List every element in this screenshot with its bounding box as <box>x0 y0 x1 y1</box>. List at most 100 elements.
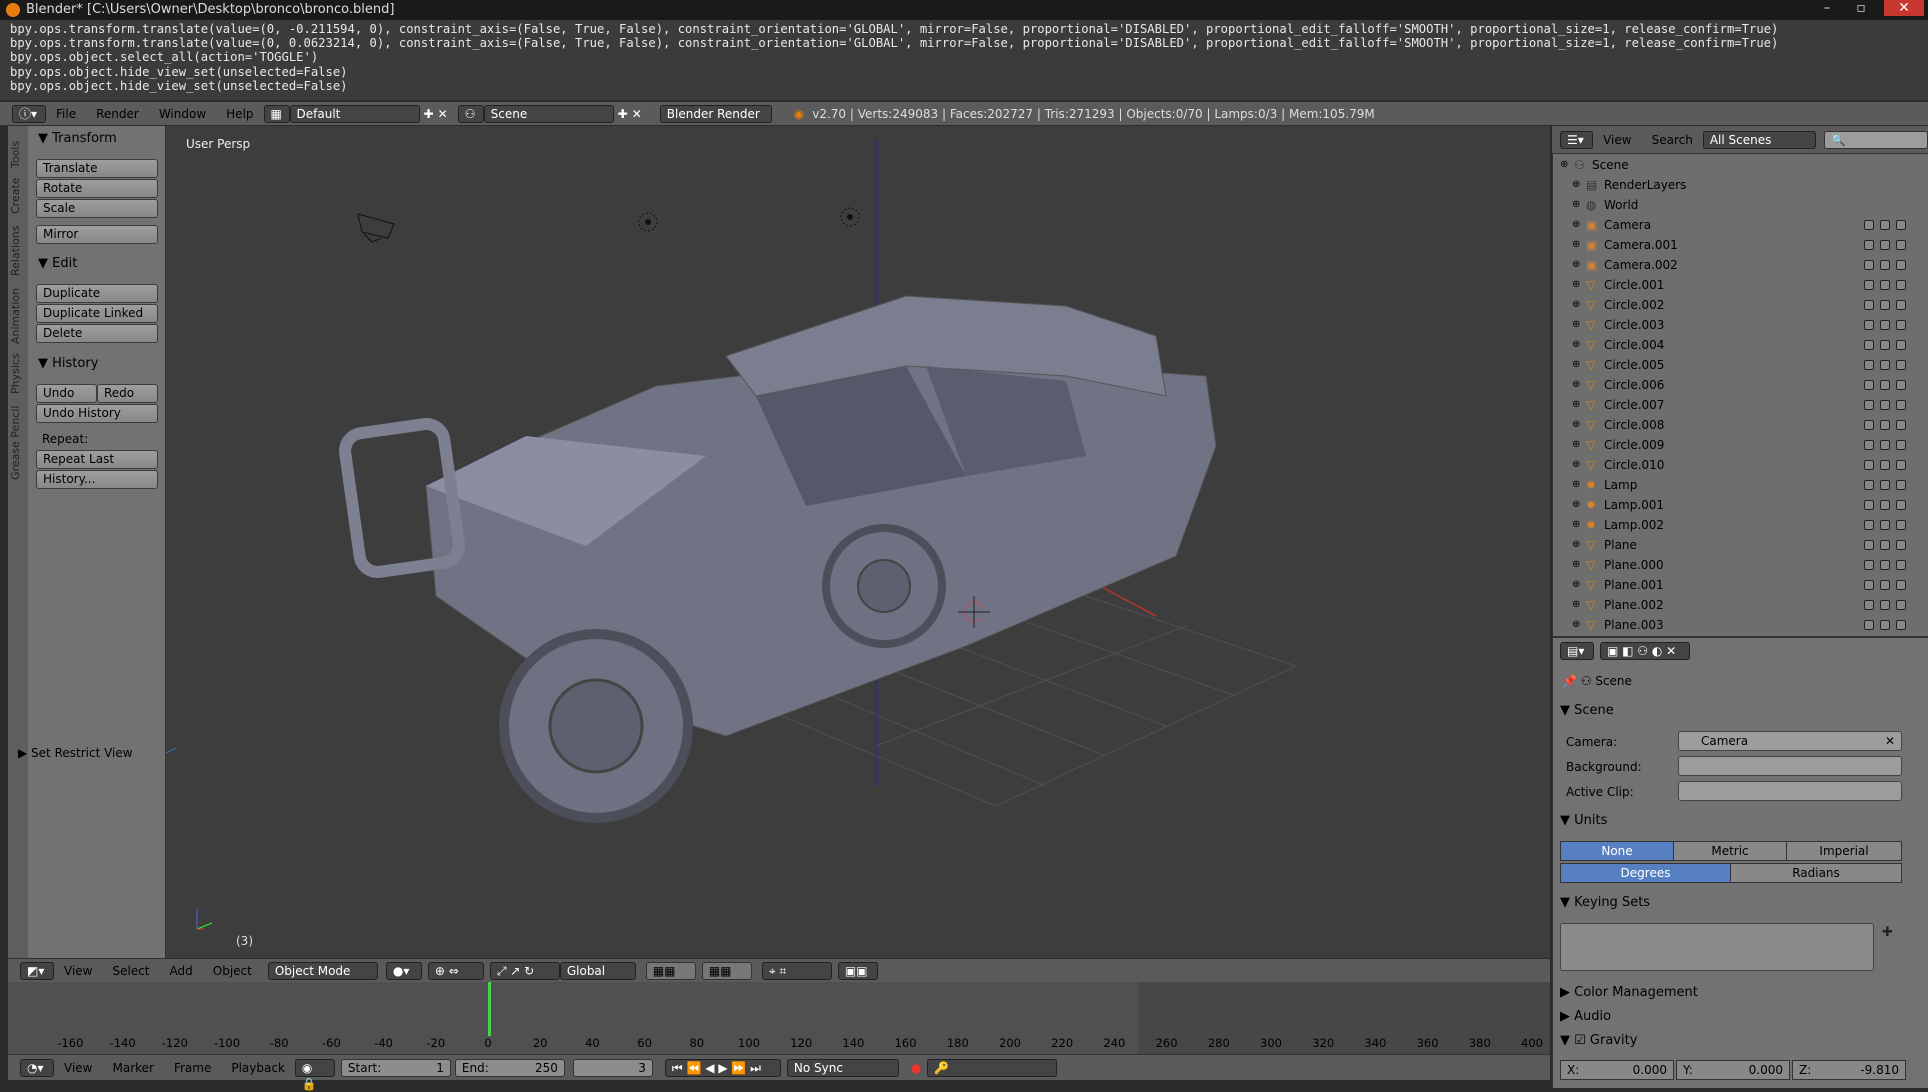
cursor-icon[interactable] <box>1880 520 1890 530</box>
tab-create[interactable]: Create <box>9 177 22 214</box>
cursor-icon[interactable] <box>1880 480 1890 490</box>
tab-grease-pencil[interactable]: Grease Pencil <box>9 406 22 480</box>
outliner-item[interactable]: ⊕ ▽ Circle.010 <box>1552 455 1920 475</box>
mirror-button[interactable]: Mirror <box>36 225 158 244</box>
undo-history-button[interactable]: Undo History <box>36 404 158 423</box>
translate-button[interactable]: Translate <box>36 159 158 178</box>
timeline-editor[interactable]: -160 -140 -120 -100 -80 -60 -40 -20 0 20 40 60 80 100… <box>8 982 1550 1054</box>
cursor-icon[interactable] <box>1880 320 1890 330</box>
bronco-truck-model[interactable] <box>339 295 1217 823</box>
eye-icon[interactable] <box>1864 540 1874 550</box>
color-management-panel-header[interactable]: ▶ Color Management <box>1560 985 1698 1000</box>
editor-type-icon[interactable]: ☰▾ <box>1560 130 1594 149</box>
history-panel-header[interactable]: ▼ History <box>38 356 170 371</box>
keying-set-icon[interactable]: 🔑 <box>927 1058 1058 1077</box>
render-icon[interactable] <box>1896 240 1906 250</box>
expand-icon[interactable]: ⊕ <box>1572 495 1580 515</box>
expand-icon[interactable]: ⊕ <box>1572 475 1580 495</box>
minimize-icon[interactable]: – <box>1816 0 1838 16</box>
start-frame-field[interactable]: Start: 1 <box>340 1058 451 1077</box>
expand-icon[interactable]: ⊕ <box>1572 255 1580 275</box>
menu-add[interactable]: Add <box>160 964 203 978</box>
cursor-icon[interactable] <box>1880 300 1890 310</box>
outliner-item[interactable]: ⊕ ▣ Camera.002 <box>1552 255 1920 275</box>
expand-icon[interactable]: ⊕ <box>1572 395 1580 415</box>
layout-field[interactable]: Default <box>289 104 420 123</box>
eye-icon[interactable] <box>1864 320 1874 330</box>
cursor-icon[interactable] <box>1880 240 1890 250</box>
close-icon[interactable]: ✕ <box>1884 0 1924 16</box>
outliner-item[interactable]: ⊕ ▤ RenderLayers <box>1552 175 1920 195</box>
outliner-item[interactable]: ⊕ ▽ Plane.002 <box>1552 595 1920 615</box>
editor-type-icon[interactable]: ⓘ▾ <box>12 104 46 123</box>
units-imperial-button[interactable]: Imperial <box>1786 841 1902 861</box>
redo-button[interactable]: Redo <box>97 384 158 403</box>
menu-playback[interactable]: Playback <box>221 1061 295 1075</box>
menu-render[interactable]: Render <box>86 107 149 121</box>
menu-marker[interactable]: Marker <box>102 1061 163 1075</box>
units-radians-button[interactable]: Radians <box>1730 863 1902 883</box>
display-mode-select[interactable]: All Scenes <box>1702 130 1817 149</box>
expand-icon[interactable]: ⊕ <box>1572 335 1580 355</box>
set-restrict-view-panel[interactable]: ▶ Set Restrict View <box>18 746 150 760</box>
transform-panel-header[interactable]: ▼ Transform <box>38 131 170 146</box>
outliner-item[interactable]: ⊕ ✹ Lamp.002 <box>1552 515 1920 535</box>
cursor-icon[interactable] <box>1880 440 1890 450</box>
outliner-item[interactable]: ⊕ ▽ Plane <box>1552 535 1920 555</box>
eye-icon[interactable] <box>1864 560 1874 570</box>
expand-icon[interactable]: ⊕ <box>1572 315 1580 335</box>
eye-icon[interactable] <box>1864 260 1874 270</box>
camera-object[interactable] <box>357 213 395 243</box>
add-icon[interactable]: ✚ <box>1882 925 1893 940</box>
render-icon[interactable] <box>1896 440 1906 450</box>
editor-type-icon[interactable]: ◩▾ <box>20 961 54 980</box>
expand-icon[interactable]: ⊕ <box>1572 175 1580 195</box>
cursor-icon[interactable] <box>1880 540 1890 550</box>
cursor-icon[interactable] <box>1880 380 1890 390</box>
units-panel-header[interactable]: ▼ Units <box>1560 813 1607 828</box>
outliner-item[interactable]: ⊕ ▽ Circle.008 <box>1552 415 1920 435</box>
editor-type-icon[interactable]: ◔▾ <box>20 1058 54 1077</box>
render-icon[interactable] <box>1896 520 1906 530</box>
layers-icon[interactable]: ▦▦ <box>701 961 752 980</box>
remove-scene-icon[interactable]: ✕ <box>632 107 642 121</box>
render-icon[interactable] <box>1896 260 1906 270</box>
eye-icon[interactable] <box>1864 600 1874 610</box>
expand-icon[interactable]: ⊕ <box>1572 535 1580 555</box>
outliner-item[interactable]: ⊕ ▽ Circle.005 <box>1552 355 1920 375</box>
scene-icon[interactable]: ⚇ <box>457 104 484 123</box>
expand-icon[interactable]: ⊕ <box>1572 555 1580 575</box>
delete-button[interactable]: Delete <box>36 324 158 343</box>
outliner-item[interactable]: ⊕ ▽ Circle.002 <box>1552 295 1920 315</box>
keying-sets-list[interactable] <box>1560 923 1874 971</box>
cursor-icon[interactable] <box>1880 560 1890 570</box>
menu-view[interactable]: View <box>54 964 102 978</box>
duplicate-linked-button[interactable]: Duplicate Linked <box>36 304 158 323</box>
eye-icon[interactable] <box>1864 420 1874 430</box>
cursor-icon[interactable] <box>1880 420 1890 430</box>
cursor-icon[interactable] <box>1880 360 1890 370</box>
eye-icon[interactable] <box>1864 300 1874 310</box>
history-button[interactable]: History... <box>36 470 158 489</box>
expand-icon[interactable]: ⊕ <box>1572 275 1580 295</box>
add-scene-icon[interactable]: ✚ <box>618 107 628 121</box>
outliner-item[interactable]: ⊕ ▽ Circle.004 <box>1552 335 1920 355</box>
eye-icon[interactable] <box>1864 500 1874 510</box>
render-icon[interactable]: ▣▣ <box>837 961 878 980</box>
render-icon[interactable] <box>1896 300 1906 310</box>
cursor-icon[interactable] <box>1880 500 1890 510</box>
pivot-icon[interactable]: ⊕ ⇔ <box>427 961 484 980</box>
menu-frame[interactable]: Frame <box>164 1061 221 1075</box>
add-layout-icon[interactable]: ✚ <box>424 107 434 121</box>
scene-field[interactable]: Scene <box>483 104 614 123</box>
render-icon[interactable] <box>1896 280 1906 290</box>
outliner-item[interactable]: ⊕ ▽ Plane.000 <box>1552 555 1920 575</box>
cursor-icon[interactable] <box>1880 340 1890 350</box>
cursor-icon[interactable] <box>1880 400 1890 410</box>
menu-search[interactable]: Search <box>1642 133 1703 147</box>
sync-select[interactable]: No Sync <box>786 1058 899 1077</box>
mode-select[interactable]: Object Mode <box>267 961 378 980</box>
tab-animation[interactable]: Animation <box>9 288 22 344</box>
eye-icon[interactable] <box>1864 440 1874 450</box>
eye-icon[interactable] <box>1864 340 1874 350</box>
